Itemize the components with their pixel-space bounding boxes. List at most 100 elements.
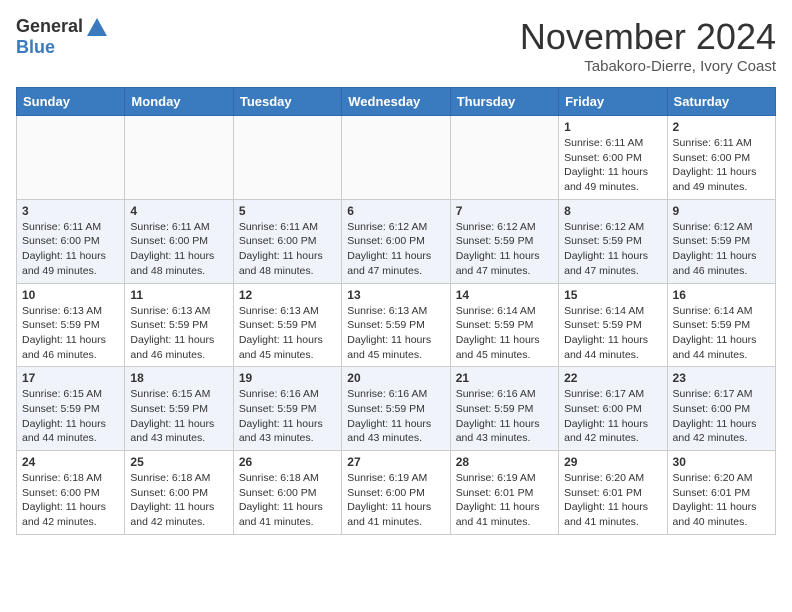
calendar-day-cell: 21 Sunrise: 6:16 AM Sunset: 5:59 PM Dayli… — [450, 367, 558, 451]
day-number: 8 — [564, 204, 661, 218]
day-number: 15 — [564, 288, 661, 302]
month-title: November 2024 — [520, 16, 776, 58]
calendar-table: SundayMondayTuesdayWednesdayThursdayFrid… — [16, 87, 776, 535]
calendar-day-cell: 18Sunrise: 6:15 AM Sunset: 5:59 PM Dayli… — [125, 367, 233, 451]
day-info: Sunrise: 6:11 AM Sunset: 6:00 PM Dayligh… — [130, 220, 227, 279]
col-header-monday: Monday — [125, 88, 233, 116]
calendar-day-cell: 28Sunrise: 6:19 AM Sunset: 6:01 PM Dayli… — [450, 451, 558, 535]
day-info: Sunrise: 6:12 AM Sunset: 5:59 PM Dayligh… — [673, 220, 770, 279]
calendar-week-row: 3Sunrise: 6:11 AM Sunset: 6:00 PM Daylig… — [17, 199, 776, 283]
day-info: Sunrise: 6:16 AM Sunset: 5:59 PM Dayligh… — [347, 387, 444, 446]
calendar-day-cell: 8 Sunrise: 6:12 AM Sunset: 5:59 PM Daylig… — [559, 199, 667, 283]
day-number: 7 — [456, 204, 553, 218]
col-header-tuesday: Tuesday — [233, 88, 341, 116]
day-number: 30 — [673, 455, 770, 469]
day-number: 11 — [130, 288, 227, 302]
calendar-day-cell: 4 Sunrise: 6:11 AM Sunset: 6:00 PM Daylig… — [125, 199, 233, 283]
location-subtitle: Tabakoro-Dierre, Ivory Coast — [520, 58, 776, 75]
day-number: 24 — [22, 455, 119, 469]
calendar-day-cell — [125, 116, 233, 200]
day-info: Sunrise: 6:14 AM Sunset: 5:59 PM Dayligh… — [673, 304, 770, 363]
day-info: Sunrise: 6:20 AM Sunset: 6:01 PM Dayligh… — [673, 471, 770, 530]
calendar-week-row: 24 Sunrise: 6:18 AM Sunset: 6:00 PM Dayli… — [17, 451, 776, 535]
day-info: Sunrise: 6:14 AM Sunset: 5:59 PM Dayligh… — [456, 304, 553, 363]
logo: General Blue — [16, 16, 107, 58]
calendar-day-cell: 7 Sunrise: 6:12 AM Sunset: 5:59 PM Daylig… — [450, 199, 558, 283]
calendar-week-row: 1Sunrise: 6:11 AM Sunset: 6:00 PM Daylig… — [17, 116, 776, 200]
day-info: Sunrise: 6:15 AM Sunset: 5:59 PM Dayligh… — [22, 387, 119, 446]
calendar-day-cell: 12 Sunrise: 6:13 AM Sunset: 5:59 PM Dayli… — [233, 283, 341, 367]
day-info: Sunrise: 6:18 AM Sunset: 6:00 PM Dayligh… — [22, 471, 119, 530]
day-number: 13 — [347, 288, 444, 302]
calendar-day-cell: 2Sunrise: 6:11 AM Sunset: 6:00 PM Daylig… — [667, 116, 775, 200]
day-number: 4 — [130, 204, 227, 218]
day-info: Sunrise: 6:18 AM Sunset: 6:00 PM Dayligh… — [239, 471, 336, 530]
col-header-sunday: Sunday — [17, 88, 125, 116]
page-header: General Blue November 2024 Tabakoro-Dier… — [16, 16, 776, 75]
day-info: Sunrise: 6:15 AM Sunset: 5:59 PM Dayligh… — [130, 387, 227, 446]
day-number: 21 — [456, 371, 553, 385]
calendar-day-cell: 25Sunrise: 6:18 AM Sunset: 6:00 PM Dayli… — [125, 451, 233, 535]
calendar-day-cell: 11 Sunrise: 6:13 AM Sunset: 5:59 PM Dayli… — [125, 283, 233, 367]
calendar-day-cell: 6 Sunrise: 6:12 AM Sunset: 6:00 PM Daylig… — [342, 199, 450, 283]
day-info: Sunrise: 6:20 AM Sunset: 6:01 PM Dayligh… — [564, 471, 661, 530]
day-info: Sunrise: 6:11 AM Sunset: 6:00 PM Dayligh… — [239, 220, 336, 279]
title-area: November 2024 Tabakoro-Dierre, Ivory Coa… — [520, 16, 776, 75]
day-info: Sunrise: 6:17 AM Sunset: 6:00 PM Dayligh… — [564, 387, 661, 446]
calendar-day-cell: 17Sunrise: 6:15 AM Sunset: 5:59 PM Dayli… — [17, 367, 125, 451]
day-number: 14 — [456, 288, 553, 302]
day-info: Sunrise: 6:16 AM Sunset: 5:59 PM Dayligh… — [456, 387, 553, 446]
day-info: Sunrise: 6:12 AM Sunset: 5:59 PM Dayligh… — [564, 220, 661, 279]
day-info: Sunrise: 6:12 AM Sunset: 5:59 PM Dayligh… — [456, 220, 553, 279]
day-info: Sunrise: 6:17 AM Sunset: 6:00 PM Dayligh… — [673, 387, 770, 446]
calendar-day-cell: 15 Sunrise: 6:14 AM Sunset: 5:59 PM Dayli… — [559, 283, 667, 367]
calendar-day-cell: 5 Sunrise: 6:11 AM Sunset: 6:00 PM Daylig… — [233, 199, 341, 283]
day-info: Sunrise: 6:18 AM Sunset: 6:00 PM Dayligh… — [130, 471, 227, 530]
day-info: Sunrise: 6:16 AM Sunset: 5:59 PM Dayligh… — [239, 387, 336, 446]
calendar-day-cell: 9 Sunrise: 6:12 AM Sunset: 5:59 PM Daylig… — [667, 199, 775, 283]
calendar-week-row: 17Sunrise: 6:15 AM Sunset: 5:59 PM Dayli… — [17, 367, 776, 451]
day-info: Sunrise: 6:12 AM Sunset: 6:00 PM Dayligh… — [347, 220, 444, 279]
day-info: Sunrise: 6:11 AM Sunset: 6:00 PM Dayligh… — [564, 136, 661, 195]
day-number: 23 — [673, 371, 770, 385]
calendar-day-cell — [342, 116, 450, 200]
calendar-day-cell: 19 Sunrise: 6:16 AM Sunset: 5:59 PM Dayli… — [233, 367, 341, 451]
day-number: 22 — [564, 371, 661, 385]
calendar-day-cell: 26 Sunrise: 6:18 AM Sunset: 6:00 PM Dayli… — [233, 451, 341, 535]
day-info: Sunrise: 6:13 AM Sunset: 5:59 PM Dayligh… — [239, 304, 336, 363]
calendar-day-cell: 10Sunrise: 6:13 AM Sunset: 5:59 PM Dayli… — [17, 283, 125, 367]
day-info: Sunrise: 6:11 AM Sunset: 6:00 PM Dayligh… — [22, 220, 119, 279]
calendar-day-cell: 23 Sunrise: 6:17 AM Sunset: 6:00 PM Dayli… — [667, 367, 775, 451]
day-number: 26 — [239, 455, 336, 469]
calendar-day-cell: 29 Sunrise: 6:20 AM Sunset: 6:01 PM Dayli… — [559, 451, 667, 535]
calendar-day-cell: 27Sunrise: 6:19 AM Sunset: 6:00 PM Dayli… — [342, 451, 450, 535]
calendar-day-cell — [233, 116, 341, 200]
calendar-day-cell: 20 Sunrise: 6:16 AM Sunset: 5:59 PM Dayli… — [342, 367, 450, 451]
calendar-day-cell: 3Sunrise: 6:11 AM Sunset: 6:00 PM Daylig… — [17, 199, 125, 283]
logo-general-text: General — [16, 16, 83, 37]
day-number: 6 — [347, 204, 444, 218]
calendar-week-row: 10 Sunrise: 6:13 AM Sunset: 5:59 PM Dayli… — [17, 283, 776, 367]
day-number: 29 — [564, 455, 661, 469]
col-header-wednesday: Wednesday — [342, 88, 450, 116]
day-info: Sunrise: 6:13 AM Sunset: 5:59 PM Dayligh… — [130, 304, 227, 363]
col-header-saturday: Saturday — [667, 88, 775, 116]
day-number: 9 — [673, 204, 770, 218]
calendar-day-cell: 24 Sunrise: 6:18 AM Sunset: 6:00 PM Dayli… — [17, 451, 125, 535]
day-number: 12 — [239, 288, 336, 302]
day-info: Sunrise: 6:19 AM Sunset: 6:00 PM Dayligh… — [347, 471, 444, 530]
day-number: 19 — [239, 371, 336, 385]
calendar-day-cell: 14 Sunrise: 6:14 AM Sunset: 5:59 PM Dayli… — [450, 283, 558, 367]
day-number: 20 — [347, 371, 444, 385]
day-number: 16 — [673, 288, 770, 302]
calendar-day-cell: 22 Sunrise: 6:17 AM Sunset: 6:00 PM Dayli… — [559, 367, 667, 451]
day-number: 5 — [239, 204, 336, 218]
day-number: 10 — [22, 288, 119, 302]
col-header-friday: Friday — [559, 88, 667, 116]
col-header-thursday: Thursday — [450, 88, 558, 116]
day-info: Sunrise: 6:19 AM Sunset: 6:01 PM Dayligh… — [456, 471, 553, 530]
calendar-day-cell — [17, 116, 125, 200]
calendar-day-cell — [450, 116, 558, 200]
day-info: Sunrise: 6:14 AM Sunset: 5:59 PM Dayligh… — [564, 304, 661, 363]
logo-blue-text: Blue — [16, 37, 55, 58]
